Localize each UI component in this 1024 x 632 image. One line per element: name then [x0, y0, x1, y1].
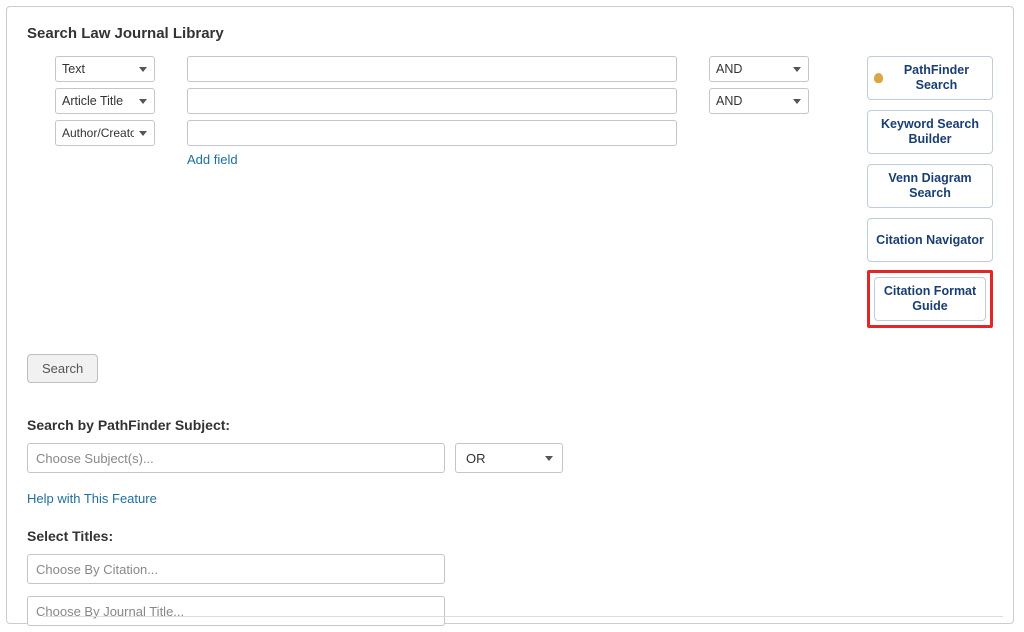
search-term-input[interactable]	[187, 56, 677, 82]
field-select-wrap: Author/Creator	[27, 120, 155, 146]
add-field-link[interactable]: Add field	[187, 152, 843, 167]
keyword-builder-button[interactable]: Keyword Search Builder	[867, 110, 993, 154]
venn-label: Venn Diagram Search	[874, 171, 986, 201]
field-select-wrap: Text	[27, 56, 155, 82]
keyword-label: Keyword Search Builder	[874, 117, 986, 147]
operator-select-wrap: AND	[709, 88, 809, 114]
search-button[interactable]: Search	[27, 354, 98, 383]
venn-diagram-button[interactable]: Venn Diagram Search	[867, 164, 993, 208]
pathfinder-label: PathFinder Search	[887, 63, 986, 93]
page-title: Search Law Journal Library	[27, 25, 993, 42]
subject-row: OR	[27, 443, 993, 473]
lightbulb-icon	[874, 73, 883, 83]
subject-logic-select[interactable]: OR	[455, 443, 563, 473]
help-link[interactable]: Help with This Feature	[27, 491, 157, 506]
divider	[43, 616, 1003, 617]
citation-navigator-button[interactable]: Citation Navigator	[867, 218, 993, 262]
field-type-select[interactable]: Text	[55, 56, 155, 82]
citation-format-highlight: Citation Format Guide	[867, 270, 993, 328]
select-titles-label: Select Titles:	[27, 528, 993, 544]
search-panel: Search Law Journal Library Text AND	[6, 6, 1014, 624]
field-row: Article Title AND	[27, 88, 843, 114]
search-term-input[interactable]	[187, 88, 677, 114]
choose-by-journal-input[interactable]	[27, 596, 445, 626]
operator-select[interactable]: AND	[709, 56, 809, 82]
field-row: Text AND	[27, 56, 843, 82]
fields-column: Text AND Article Title	[27, 56, 843, 167]
field-select-wrap: Article Title	[27, 88, 155, 114]
pathfinder-search-button[interactable]: PathFinder Search	[867, 56, 993, 100]
side-buttons: PathFinder Search Keyword Search Builder…	[867, 56, 993, 328]
field-type-select[interactable]: Article Title	[55, 88, 155, 114]
pathfinder-subject-label: Search by PathFinder Subject:	[27, 417, 993, 433]
subject-input[interactable]	[27, 443, 445, 473]
operator-select[interactable]: AND	[709, 88, 809, 114]
pathfinder-label-wrap: PathFinder Search	[874, 63, 986, 93]
citation-format-label: Citation Format Guide	[881, 284, 979, 314]
citation-nav-label: Citation Navigator	[876, 233, 984, 248]
field-row: Author/Creator	[27, 120, 843, 146]
form-area: Text AND Article Title	[27, 56, 993, 328]
choose-by-citation-input[interactable]	[27, 554, 445, 584]
subject-logic-wrap: OR	[455, 443, 563, 473]
citation-format-guide-button[interactable]: Citation Format Guide	[874, 277, 986, 321]
operator-select-wrap: AND	[709, 56, 809, 82]
search-term-input[interactable]	[187, 120, 677, 146]
field-type-select[interactable]: Author/Creator	[55, 120, 155, 146]
